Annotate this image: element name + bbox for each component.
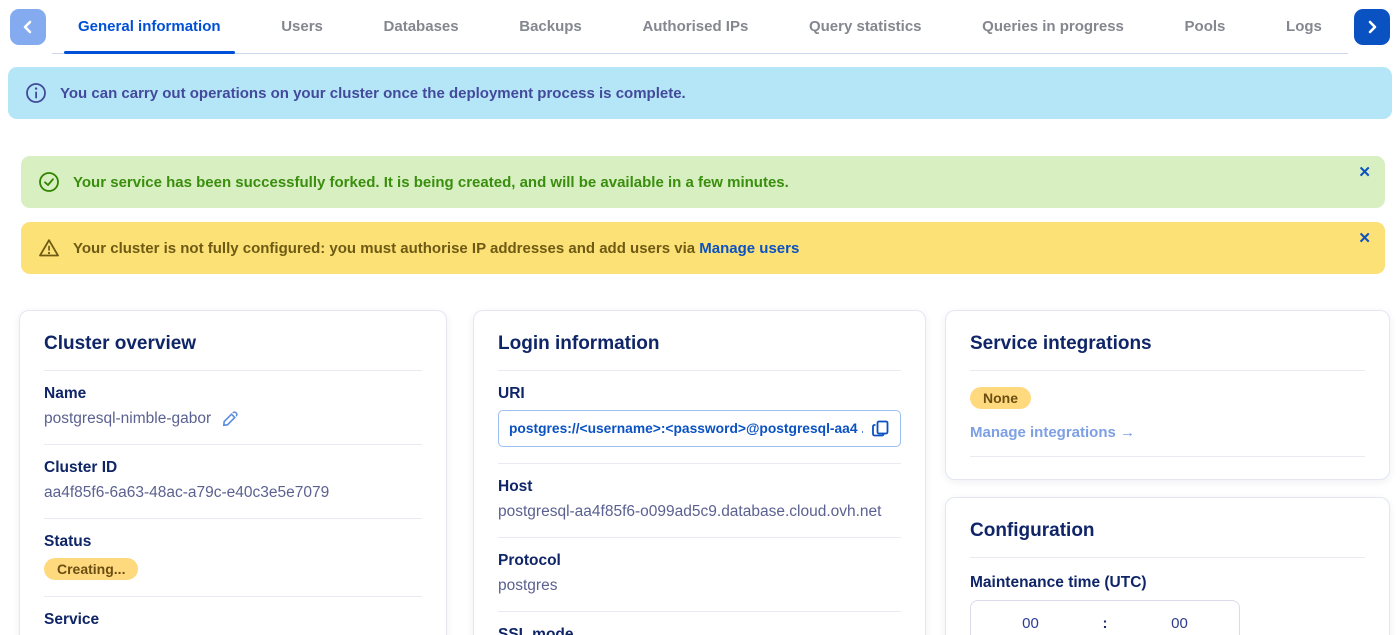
tab-queries-in-progress[interactable]: Queries in progress [968, 0, 1138, 53]
protocol-field: Protocol postgres [498, 538, 901, 612]
protocol-value: postgres [498, 577, 557, 595]
tab-logs[interactable]: Logs [1272, 0, 1336, 53]
status-label: Status [44, 533, 422, 551]
service-integrations-spacer [970, 457, 1365, 469]
service-field: Service PostgreSQL [44, 597, 422, 635]
host-value: postgresql-aa4f85f6-o099ad5c9.database.c… [498, 503, 881, 521]
maintenance-time-label: Maintenance time (UTC) [970, 574, 1365, 592]
info-banner: You can carry out operations on your clu… [8, 67, 1392, 119]
tab-users[interactable]: Users [267, 0, 337, 53]
success-banner-close-icon[interactable]: ✕ [1358, 165, 1371, 180]
tab-databases[interactable]: Databases [370, 0, 473, 53]
info-banner-text: You can carry out operations on your clu… [60, 85, 686, 102]
info-circle-icon [25, 82, 47, 104]
ssl-mode-field: SSL mode Mandatory [498, 612, 901, 635]
edit-name-button[interactable] [221, 411, 238, 428]
tabs-scroll-left-button[interactable] [10, 9, 46, 45]
cluster-overview-card: Cluster overview Name postgresql-nimble-… [19, 310, 447, 635]
name-field: Name postgresql-nimble-gabor [44, 371, 422, 445]
uri-field: URI postgres://<username>:<password>@pos… [498, 371, 901, 464]
copy-icon [871, 419, 890, 438]
tab-authorised-ips[interactable]: Authorised IPs [628, 0, 762, 53]
chevron-left-icon [21, 20, 35, 34]
integrations-none-badge: None [970, 387, 1031, 409]
protocol-label: Protocol [498, 552, 901, 570]
maintenance-hours-value[interactable]: 00 [971, 615, 1090, 632]
host-label: Host [498, 478, 901, 496]
login-information-card: Login information URI postgres://<userna… [473, 310, 926, 635]
tab-bar: General information Users Databases Back… [0, 0, 1400, 54]
configuration-body: Maintenance time (UTC) 00 : 00 Local tim… [970, 558, 1365, 635]
warning-banner: Your cluster is not fully configured: yo… [21, 222, 1385, 274]
uri-box: postgres://<username>:<password>@postgre… [498, 410, 901, 447]
copy-uri-button[interactable] [871, 419, 890, 438]
uri-value: postgres://<username>:<password>@postgre… [509, 421, 863, 436]
cluster-name-value: postgresql-nimble-gabor [44, 410, 211, 428]
warning-banner-close-icon[interactable]: ✕ [1358, 231, 1371, 246]
pencil-icon [221, 411, 238, 428]
success-banner-text: Your service has been successfully forke… [73, 174, 789, 191]
warning-banner-message: Your cluster is not fully configured: yo… [73, 240, 699, 257]
login-information-title: Login information [498, 333, 901, 371]
maintenance-minutes-value[interactable]: 00 [1120, 615, 1239, 632]
manage-users-link[interactable]: Manage users [699, 240, 799, 257]
check-circle-icon [38, 171, 60, 193]
service-integrations-body: None Manage integrations → [970, 371, 1365, 457]
cluster-overview-title: Cluster overview [44, 333, 422, 371]
configuration-card: Configuration Maintenance time (UTC) 00 … [945, 497, 1390, 635]
name-label: Name [44, 385, 422, 403]
tab-general-information[interactable]: General information [64, 0, 235, 53]
tab-query-statistics[interactable]: Query statistics [795, 0, 936, 53]
cluster-id-field: Cluster ID aa4f85f6-6a63-48ac-a79c-e40c3… [44, 445, 422, 519]
cluster-id-label: Cluster ID [44, 459, 422, 477]
service-label: Service [44, 611, 422, 629]
service-integrations-title: Service integrations [970, 333, 1365, 371]
host-field: Host postgresql-aa4f85f6-o099ad5c9.datab… [498, 464, 901, 538]
time-separator: : [1090, 615, 1120, 632]
uri-label: URI [498, 385, 901, 403]
tabs-scroll-right-button[interactable] [1354, 9, 1390, 45]
warning-banner-text: Your cluster is not fully configured: yo… [73, 240, 799, 257]
configuration-title: Configuration [970, 520, 1365, 558]
tab-backups[interactable]: Backups [505, 0, 596, 53]
cards-area: Cluster overview Name postgresql-nimble-… [19, 310, 1390, 635]
status-badge: Creating... [44, 558, 138, 580]
chevron-right-icon [1365, 20, 1379, 34]
status-field: Status Creating... [44, 519, 422, 597]
service-integrations-card: Service integrations None Manage integra… [945, 310, 1390, 480]
tab-list: General information Users Databases Back… [52, 0, 1348, 54]
cluster-id-value: aa4f85f6-6a63-48ac-a79c-e40c3e5e7079 [44, 484, 329, 502]
manage-integrations-link[interactable]: Manage integrations → [970, 424, 1135, 441]
ssl-mode-label: SSL mode [498, 626, 901, 635]
maintenance-time-input[interactable]: 00 : 00 [970, 600, 1240, 635]
success-banner: Your service has been successfully forke… [21, 156, 1385, 208]
warning-triangle-icon [38, 237, 60, 259]
right-column: Service integrations None Manage integra… [945, 310, 1390, 635]
tab-pools[interactable]: Pools [1171, 0, 1240, 53]
